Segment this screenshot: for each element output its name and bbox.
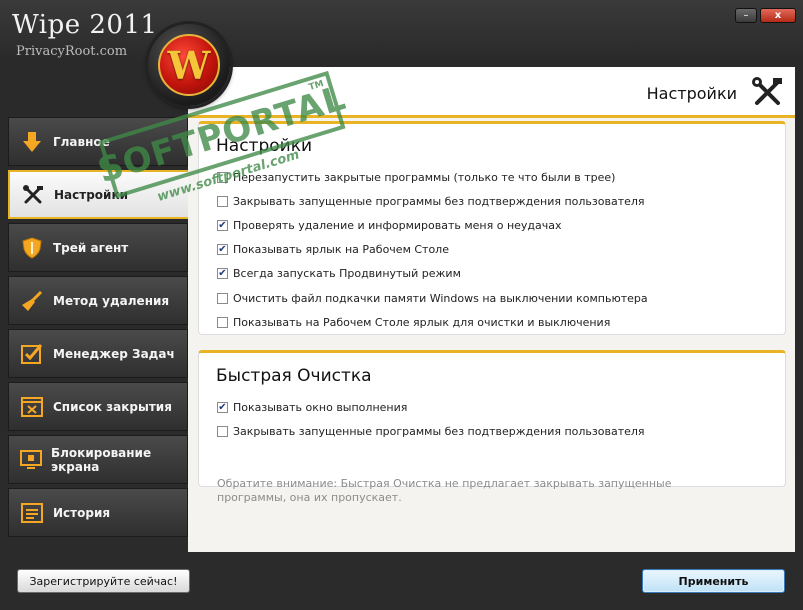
app-subtitle: PrivacyRoot.com	[16, 44, 128, 59]
sidebar-item-tray-agent[interactable]: Трей агент	[8, 223, 188, 272]
sidebar-item-label: Метод удаления	[53, 293, 170, 308]
sidebar-item-main[interactable]: Главное	[8, 117, 188, 166]
history-list-icon	[20, 501, 44, 525]
option-label: Показывать на Рабочем Столе ярлык для оч…	[233, 316, 611, 329]
checkbox[interactable]	[217, 426, 228, 437]
monitor-lock-icon	[20, 448, 42, 472]
sidebar-item-wipe-method[interactable]: Метод удаления	[8, 276, 188, 325]
option-show-progress[interactable]: ✔ Показывать окно выполнения	[217, 401, 407, 414]
option-quick-close-no-confirm[interactable]: Закрывать запущенные программы без подтв…	[217, 425, 645, 438]
option-shutdown-shortcut[interactable]: Показывать на Рабочем Столе ярлык для оч…	[217, 316, 610, 329]
sidebar-item-label: Главное	[53, 134, 110, 149]
logo-letter: W	[167, 42, 211, 88]
quick-clean-group: Быстрая Очистка ✔ Показывать окно выполне…	[198, 350, 786, 504]
checklist-icon	[20, 342, 44, 366]
close-button[interactable]: x	[760, 8, 796, 23]
settings-panel: Настройки Настройки Перезапустить закрыт…	[188, 67, 795, 552]
panel-header: Настройки	[188, 67, 795, 118]
option-desktop-shortcut[interactable]: ✔ Показывать ярлык на Рабочем Столе	[217, 243, 449, 256]
checkbox-checked[interactable]: ✔	[217, 268, 228, 279]
panel-title: Настройки	[646, 84, 737, 103]
checkbox[interactable]	[217, 172, 228, 183]
sidebar-item-task-manager[interactable]: Менеджер Задач	[8, 329, 188, 378]
option-restart-closed[interactable]: Перезапустить закрытые программы (только…	[217, 171, 615, 184]
quick-clean-note: Обратите внимание: Быстрая Очистка не пр…	[217, 477, 672, 504]
sidebar-item-screen-lock[interactable]: Блокирование экрана	[8, 435, 188, 484]
wipe-logo: W	[148, 24, 230, 106]
sidebar-item-label: Список закрытия	[53, 399, 172, 414]
tools-icon	[21, 183, 45, 207]
checkbox[interactable]	[217, 317, 228, 328]
checkbox-checked[interactable]: ✔	[217, 244, 228, 255]
register-button[interactable]: Зарегистрируйте сейчас!	[17, 569, 190, 593]
option-label: Очистить файл подкачки памяти Windows на…	[233, 292, 648, 305]
tools-icon	[751, 76, 783, 108]
sidebar-item-label: История	[53, 505, 111, 520]
option-label: Показывать ярлык на Рабочем Столе	[233, 243, 449, 256]
close-window-icon	[20, 395, 44, 419]
group-title: Быстрая Очистка	[216, 366, 372, 386]
app-window: Wipe 2011 PrivacyRoot.com W – x Главное …	[0, 0, 803, 610]
sidebar-item-label: Блокирование экрана	[51, 445, 152, 474]
option-label: Показывать окно выполнения	[233, 401, 408, 414]
option-close-no-confirm[interactable]: Закрывать запущенные программы без подтв…	[217, 195, 645, 208]
sidebar-item-close-list[interactable]: Список закрытия	[8, 382, 188, 431]
group-title: Настройки	[216, 136, 313, 156]
sidebar-item-label: Настройки	[54, 187, 129, 202]
app-title: Wipe 2011	[12, 10, 158, 40]
apply-button[interactable]: Применить	[642, 569, 785, 593]
shield-icon	[20, 236, 44, 260]
sidebar-item-history[interactable]: История	[8, 488, 188, 537]
sidebar-item-settings[interactable]: Настройки	[8, 170, 190, 219]
settings-group: Настройки Перезапустить закрытые програм…	[198, 121, 786, 335]
download-arrow-icon	[20, 130, 44, 154]
sidebar-item-label: Трей агент	[53, 240, 129, 255]
option-advanced-mode[interactable]: ✔ Всегда запускать Продвинутый режим	[217, 267, 461, 280]
option-label: Перезапустить закрытые программы (только…	[233, 171, 616, 184]
logo-badge: W	[158, 34, 220, 96]
option-label: Проверять удаление и информировать меня …	[233, 219, 562, 232]
broom-icon	[20, 289, 44, 313]
option-label: Закрывать запущенные программы без подтв…	[233, 195, 645, 208]
sidebar: Главное Настройки Трей агент Метод удале…	[8, 117, 190, 541]
option-label: Всегда запускать Продвинутый режим	[233, 267, 461, 280]
option-verify-deletion[interactable]: ✔ Проверять удаление и информировать меня…	[217, 219, 562, 232]
checkbox[interactable]	[217, 293, 228, 304]
checkbox[interactable]	[217, 196, 228, 207]
sidebar-item-label: Менеджер Задач	[53, 346, 175, 361]
option-clear-pagefile[interactable]: Очистить файл подкачки памяти Windows на…	[217, 292, 648, 305]
checkbox-checked[interactable]: ✔	[217, 402, 228, 413]
checkbox-checked[interactable]: ✔	[217, 220, 228, 231]
minimize-button[interactable]: –	[735, 8, 757, 23]
option-label: Закрывать запущенные программы без подтв…	[233, 425, 645, 438]
